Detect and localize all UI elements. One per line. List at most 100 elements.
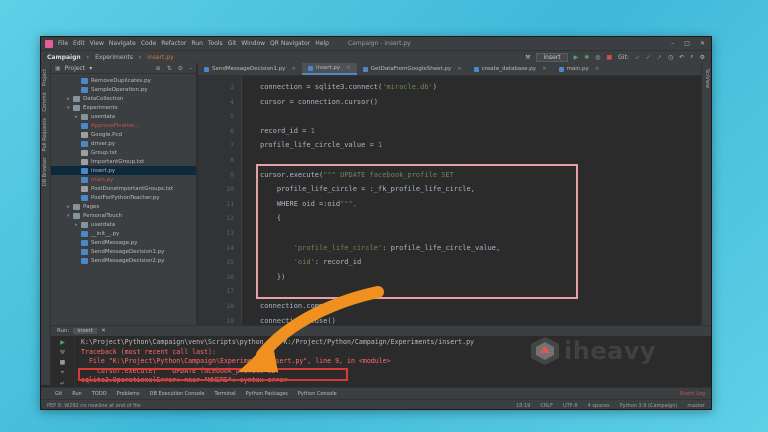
code-line[interactable]: connection.commit() xyxy=(260,302,340,310)
breadcrumb-project[interactable]: Campaign xyxy=(47,54,81,61)
tree-item[interactable]: ▸ userdata xyxy=(51,220,196,229)
maximize-icon[interactable]: □ xyxy=(684,40,690,47)
line-ending[interactable]: CRLF xyxy=(540,403,553,409)
menu-git[interactable]: Git xyxy=(228,40,237,47)
tree-item[interactable]: Group.txt xyxy=(51,148,196,157)
menu-refactor[interactable]: Refactor xyxy=(161,40,186,47)
close-tab-icon[interactable]: × xyxy=(595,66,600,72)
close-icon[interactable]: ✕ xyxy=(101,328,106,334)
code-line[interactable]: }) xyxy=(260,273,285,281)
code-line[interactable]: connection.close() xyxy=(260,317,336,325)
tree-item[interactable]: ApproveFinalize... xyxy=(51,121,196,130)
menu-help[interactable]: Help xyxy=(315,40,329,47)
tree-item[interactable]: RemoveDuplicates.py xyxy=(51,76,196,85)
bottom-tab[interactable]: Run xyxy=(72,391,82,397)
gear-icon[interactable]: ⚙ xyxy=(178,65,183,72)
bottom-tab[interactable]: Problems xyxy=(117,391,140,397)
editor-tab[interactable]: insert.py × xyxy=(301,63,357,75)
stop-icon[interactable]: ■ xyxy=(60,359,66,366)
code-line[interactable]: profile_life_circle_value = 1 xyxy=(260,141,382,149)
tree-item[interactable]: __init__.py xyxy=(51,229,196,238)
pin-icon[interactable]: ⌖ xyxy=(61,369,64,377)
bottom-tab[interactable]: DB Execution Console xyxy=(150,391,205,397)
code-line[interactable]: cursor = connection.cursor() xyxy=(260,98,378,106)
chevron-down-icon[interactable]: ▾ xyxy=(89,65,92,72)
db-browser-tool-tab[interactable]: DB Browser xyxy=(42,157,48,186)
project-panel-title[interactable]: Project xyxy=(65,65,86,72)
project-tool-tab[interactable]: Project xyxy=(42,69,48,86)
tree-item[interactable]: ImportantGroup.txt xyxy=(51,157,196,166)
run-tab[interactable]: insert xyxy=(73,328,98,334)
bottom-tab[interactable]: TODO xyxy=(92,391,107,397)
menu-edit[interactable]: Edit xyxy=(73,40,85,47)
tree-item[interactable]: SampleOperation.py xyxy=(51,85,196,94)
coverage-icon[interactable]: ◎ xyxy=(595,54,600,61)
tree-item[interactable]: PostDoneImportantGroups.txt xyxy=(51,184,196,193)
code-line[interactable]: WHERE oid =:oid""", xyxy=(260,200,357,208)
tree-item[interactable]: SendMessageDecision1.py xyxy=(51,247,196,256)
wrench-icon[interactable]: ⚒ xyxy=(60,349,65,356)
interpreter[interactable]: Python 3.9 (Campaign) xyxy=(620,403,678,409)
tree-item[interactable]: PostForPythonTeacher.py xyxy=(51,193,196,202)
menu-window[interactable]: Window xyxy=(241,40,265,47)
code-line[interactable]: cursor.execute(""" UPDATE facebook_profi… xyxy=(260,171,454,179)
breadcrumb-file[interactable]: insert.py xyxy=(147,54,173,61)
indent-setting[interactable]: 4 spaces xyxy=(588,403,610,409)
menu-file[interactable]: File xyxy=(58,40,68,47)
close-tab-icon[interactable]: × xyxy=(291,66,296,72)
menu-view[interactable]: View xyxy=(90,40,104,47)
tree-item[interactable]: main.py xyxy=(51,175,196,184)
git-branch[interactable]: master xyxy=(687,403,705,409)
code-line[interactable]: 'profile_life_circle': profile_life_circ… xyxy=(260,244,501,252)
menu-code[interactable]: Code xyxy=(141,40,156,47)
breadcrumb-folder[interactable]: Experiments xyxy=(95,54,133,61)
close-tab-icon[interactable]: × xyxy=(457,66,462,72)
menu-tools[interactable]: Tools xyxy=(208,40,223,47)
run-config-select[interactable]: insert xyxy=(536,52,568,62)
console-line[interactable]: File "K:\Project\Python\Campaign\Experim… xyxy=(81,357,474,367)
console-line[interactable]: Traceback (most recent call last): xyxy=(81,348,474,358)
hide-icon[interactable]: – xyxy=(189,65,192,72)
code-line[interactable]: { xyxy=(260,214,281,222)
build-icon[interactable]: ⚒ xyxy=(525,54,530,61)
minimize-icon[interactable]: – xyxy=(671,40,674,47)
target-icon[interactable]: ⊕ xyxy=(156,65,161,72)
tree-item[interactable]: SendMessage.py xyxy=(51,238,196,247)
close-tab-icon[interactable]: × xyxy=(542,66,547,72)
code-line[interactable]: profile_life_circle = :_fk_profile_life_… xyxy=(260,185,475,193)
commit-tool-tab[interactable]: Commit xyxy=(42,92,48,112)
tree-item[interactable]: ▾ Experiments xyxy=(51,103,196,112)
status-message[interactable]: PEP 8: W292 no newline at end of file xyxy=(47,403,141,409)
search-icon[interactable]: ⌕ xyxy=(690,53,693,61)
menu-navigate[interactable]: Navigate xyxy=(109,40,136,47)
console-line[interactable]: K:\Project\Python\Campaign\venv\Scripts\… xyxy=(81,338,474,348)
tree-item[interactable]: insert.py xyxy=(51,166,196,175)
event-log-tab[interactable]: Event Log xyxy=(680,391,711,397)
bottom-tab[interactable]: Python Packages xyxy=(246,391,288,397)
editor-tab[interactable]: main.py × xyxy=(553,63,606,75)
file-encoding[interactable]: UTF-8 xyxy=(563,403,578,409)
editor-tab[interactable]: GetDataFromGoogleSheet.py × xyxy=(357,63,468,75)
editor-tab[interactable]: SendMessageDecision1.py × xyxy=(198,63,302,75)
code-line[interactable]: connection = sqlite3.connect('miracle.db… xyxy=(260,83,437,91)
code-line[interactable]: record_id = 1 xyxy=(260,127,315,135)
tree-item[interactable]: driver.py xyxy=(51,139,196,148)
wrap-icon[interactable]: ↵ xyxy=(60,380,65,387)
run-icon[interactable]: ▶ xyxy=(574,54,579,61)
code-line[interactable]: 'oid': record_id xyxy=(260,258,361,266)
tree-item[interactable]: ▸ userdata xyxy=(51,112,196,121)
sciview-tool-tab[interactable]: SciView xyxy=(704,69,710,88)
menu-run[interactable]: Run xyxy=(191,40,203,47)
tree-item[interactable]: SendMessageDecision2.py xyxy=(51,256,196,265)
rerun-icon[interactable]: ▶ xyxy=(60,339,65,346)
tree-item[interactable]: ▾ PersonalTouch xyxy=(51,211,196,220)
close-icon[interactable]: ✕ xyxy=(700,40,705,47)
close-tab-icon[interactable]: × xyxy=(346,65,351,71)
git-commit-icon[interactable]: ✓ xyxy=(646,54,651,61)
rollback-icon[interactable]: ↶ xyxy=(679,54,684,61)
stop-icon[interactable]: ■ xyxy=(606,54,612,61)
git-update-icon[interactable]: ↙ xyxy=(635,54,640,61)
bottom-tab[interactable]: Terminal xyxy=(215,391,236,397)
debug-icon[interactable]: ✱ xyxy=(584,54,589,61)
editor-tab[interactable]: create_database.py × xyxy=(468,63,553,75)
